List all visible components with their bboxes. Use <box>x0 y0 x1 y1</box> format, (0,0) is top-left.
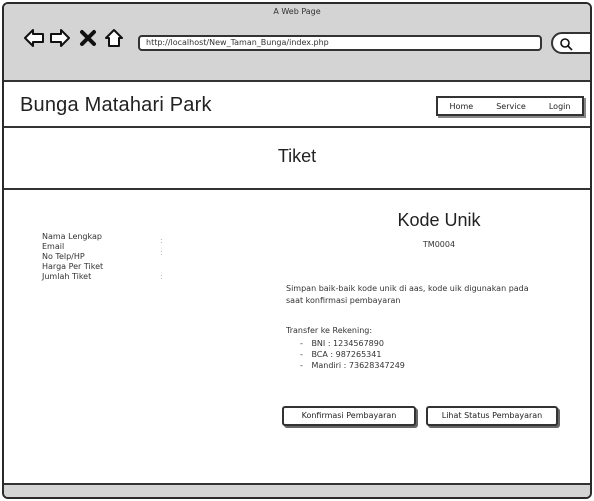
label-jumlah-tiket: Jumlah Tiket <box>42 272 92 281</box>
form-separators: : : : <box>160 236 163 284</box>
confirm-payment-button[interactable]: Konfirmasi Pembayaran <box>282 406 416 426</box>
site-brand: Bunga Matahari Park <box>20 94 212 116</box>
payment-status-button[interactable]: Lihat Status Pembayaran <box>426 406 558 426</box>
label-harga-per-tiket: Harga Per Tiket <box>42 262 104 271</box>
transfer-heading: Transfer ke Rekening: <box>286 326 373 335</box>
nav-home-link[interactable]: Home <box>450 102 474 111</box>
browser-status-bar <box>4 483 590 497</box>
search-icon <box>560 38 573 51</box>
back-arrow-icon[interactable] <box>22 26 46 50</box>
nav-service-link[interactable]: Service <box>496 102 526 111</box>
kode-unik-value: TM0004 <box>422 240 456 249</box>
browser-window: A Web Page http://localhost/New_Taman_Bu… <box>2 2 592 499</box>
close-icon[interactable] <box>76 26 100 50</box>
site-header: Bunga Matahari Park Home Service Login <box>4 82 590 128</box>
ticket-form-labels: Nama Lengkap Email No Telp/HP Harga Per … <box>42 232 103 282</box>
separator: : <box>160 236 163 245</box>
label-email: Email <box>42 242 65 251</box>
separator: : <box>160 248 163 257</box>
bank-account-bni: BNI : 1234567890 <box>300 338 405 349</box>
browser-search-field[interactable] <box>551 32 590 54</box>
instruction-text: Simpan baik-baik kode unik di aas, kode … <box>286 284 529 305</box>
kode-unik-heading: Kode Unik <box>397 210 481 230</box>
label-no-telp: No Telp/HP <box>42 252 85 261</box>
separator: : <box>160 272 163 281</box>
browser-toolbar: A Web Page http://localhost/New_Taman_Bu… <box>4 4 590 82</box>
top-navigation: Home Service Login <box>436 96 584 116</box>
forward-arrow-icon[interactable] <box>48 26 72 50</box>
label-nama-lengkap: Nama Lengkap <box>42 232 102 241</box>
bank-account-list: BNI : 1234567890 BCA : 987265341 Mandiri… <box>300 338 405 371</box>
window-title: A Web Page <box>273 7 321 16</box>
address-bar[interactable]: http://localhost/New_Taman_Bunga/index.p… <box>138 35 542 51</box>
bank-account-bca: BCA : 987265341 <box>300 349 405 360</box>
page-title-band: Tiket <box>4 128 590 190</box>
page-title: Tiket <box>277 146 317 166</box>
separator <box>160 260 163 272</box>
home-icon[interactable] <box>102 26 126 50</box>
nav-login-link[interactable]: Login <box>549 102 571 111</box>
bank-account-mandiri: Mandiri : 73628347249 <box>300 360 404 371</box>
